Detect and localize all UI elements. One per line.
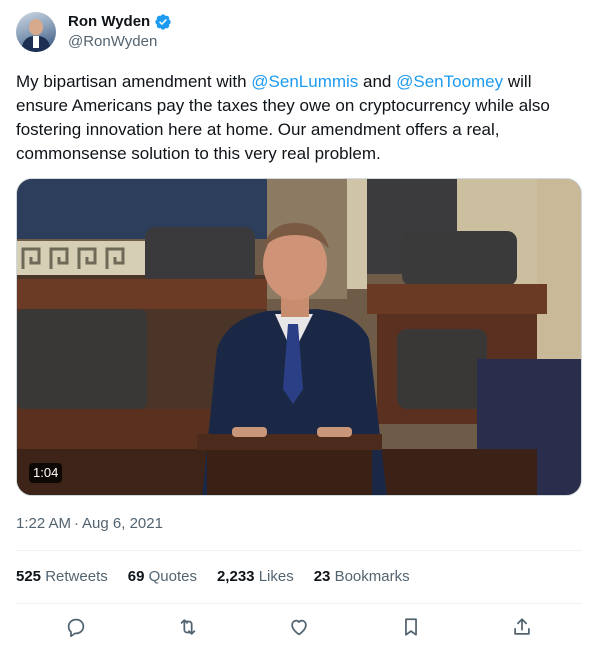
tweet-timestamp[interactable]: 1:22 AM · Aug 6, 2021 xyxy=(16,514,163,534)
separator: · xyxy=(74,515,80,532)
like-icon xyxy=(291,619,307,636)
verified-badge-icon xyxy=(155,14,171,30)
retweet-button[interactable] xyxy=(174,613,202,641)
share-button[interactable] xyxy=(508,613,536,641)
author-handle[interactable]: @RonWyden xyxy=(68,32,172,52)
tweet-header: Ron Wyden @RonWyden xyxy=(16,12,172,52)
bookmarks-count: 23 xyxy=(313,568,331,585)
tweet-text-part: My bipartisan amendment with xyxy=(16,72,252,91)
tweet-time: 1:22 AM xyxy=(16,515,72,532)
bookmarks-stat[interactable]: 23 Bookmarks xyxy=(314,567,410,587)
bookmark-icon xyxy=(404,618,417,636)
bookmarks-label: Bookmarks xyxy=(334,568,410,585)
reply-icon xyxy=(67,618,85,638)
likes-label: Likes xyxy=(258,568,294,585)
reply-button[interactable] xyxy=(62,613,90,641)
quotes-count: 69 xyxy=(127,568,145,585)
video-player[interactable]: 1:04 xyxy=(16,178,582,496)
retweets-label: Retweets xyxy=(45,568,108,585)
retweet-icon xyxy=(180,619,195,635)
bookmark-button[interactable] xyxy=(397,613,425,641)
likes-stat[interactable]: 2,233 Likes xyxy=(217,567,294,587)
author-display-name[interactable]: Ron Wyden xyxy=(68,12,150,32)
tweet-date: Aug 6, 2021 xyxy=(82,515,163,532)
mention-link[interactable]: @SenLummis xyxy=(251,72,358,91)
retweets-count: 525 xyxy=(16,568,42,585)
share-icon xyxy=(514,618,530,635)
tweet-text: My bipartisan amendment with @SenLummis … xyxy=(16,70,582,166)
likes-count: 2,233 xyxy=(216,568,255,585)
divider xyxy=(16,603,582,604)
author-names: Ron Wyden @RonWyden xyxy=(68,12,172,52)
retweets-stat[interactable]: 525 Retweets xyxy=(16,567,108,587)
divider xyxy=(16,550,582,551)
tweet-text-part: and xyxy=(358,72,397,91)
quotes-label: Quotes xyxy=(148,568,197,585)
quotes-stat[interactable]: 69 Quotes xyxy=(128,567,197,587)
avatar[interactable] xyxy=(16,12,56,52)
like-button[interactable] xyxy=(285,613,313,641)
mention-link[interactable]: @SenToomey xyxy=(396,72,503,91)
video-frame-image xyxy=(17,179,581,495)
video-duration: 1:04 xyxy=(29,463,63,483)
engagement-stats: 525 Retweets 69 Quotes 2,233 Likes 23 Bo… xyxy=(16,567,430,587)
action-bar xyxy=(16,613,582,641)
